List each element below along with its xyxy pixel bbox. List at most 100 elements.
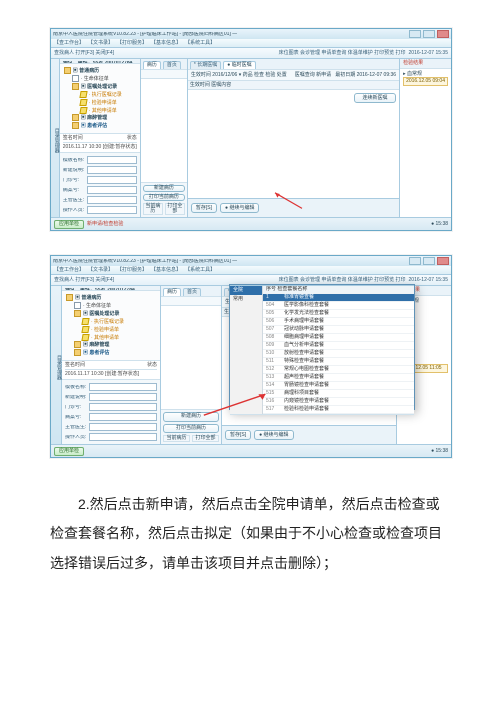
- order-tool-left[interactable]: 生效时间 2016/12/06 ▾ 药品 检查 检验 处置: [191, 73, 287, 78]
- doctor-input[interactable]: [89, 423, 157, 431]
- category-common[interactable]: 常用: [230, 295, 262, 304]
- tree-node: ▣ 医嘱处理记录: [64, 83, 136, 91]
- menu-item[interactable]: 【文书录】: [88, 268, 113, 273]
- window-title: 南京中人医院住院管理系统V10.82.23 - [护理临床工作站] - [南部医…: [53, 32, 237, 37]
- search-form: 模板名称: 新建说明: 门诊号: 病案号: 主管医生: 操作人员:: [62, 379, 160, 444]
- list-item: 506手术病理申请套餐: [263, 318, 414, 326]
- tree-node: ▣ 普通病历: [64, 67, 136, 75]
- order-tool-buttons[interactable]: 医嘱查询 新申请: [295, 73, 331, 78]
- outpatient-input[interactable]: [87, 176, 137, 184]
- close-icon[interactable]: [437, 257, 449, 265]
- confirm-button[interactable]: 拟定: [284, 414, 308, 415]
- side-strip[interactable]: 目录管理器: [51, 59, 60, 217]
- sign-list: 签名时间 状态 2016.11.17 10:30 [创建:暂存状态]: [62, 360, 160, 379]
- tab-temp[interactable]: ● 临时医嘱: [223, 61, 255, 69]
- toolbar-left[interactable]: 查找病人 打开[F3] 关闭[F4]: [54, 278, 114, 283]
- list-item: 514胃肠镜检查申请套餐: [263, 382, 414, 390]
- extra-options[interactable]: □ 日单医嘱 □ 下达时不打印: [312, 414, 372, 415]
- menu-item[interactable]: 【文书录】: [88, 41, 113, 46]
- nav-tree[interactable]: ▣ 普通病历 · 生命体征单 ▣ 医嘱处理记录 · 执行医嘱记录 · 检验申请单…: [62, 291, 160, 360]
- minimize-icon[interactable]: [409, 30, 421, 38]
- print-current-button[interactable]: 打印当前病历: [163, 424, 219, 434]
- annotation-label: 新申请/检查检验: [87, 222, 123, 227]
- maximize-icon[interactable]: [423, 30, 435, 38]
- tag-printall: 打印全部: [165, 203, 185, 215]
- list-item: 515病理科项目套餐: [263, 390, 414, 398]
- category-all[interactable]: 全院: [230, 286, 262, 295]
- tab-home[interactable]: 首页: [183, 288, 201, 296]
- col-header: 签名时间: [63, 136, 83, 141]
- print-current-button[interactable]: 打印当前病历: [143, 194, 185, 201]
- menu-item[interactable]: 【打印服务】: [117, 268, 147, 273]
- sign-row[interactable]: 2016.11.17 10:30 [创建:暂存状态]: [63, 143, 137, 150]
- field-label: 门诊号:: [63, 178, 85, 183]
- tab-home[interactable]: 首页: [163, 61, 181, 69]
- center-panel: 病历 首页 新建病历 打印当前病历 当前病历 打印全部: [141, 59, 188, 217]
- toolbar-left[interactable]: 查找病人 打开[F3] 关闭[F4]: [54, 51, 114, 56]
- results-title: 检验结果: [400, 59, 451, 69]
- window-buttons: [409, 30, 449, 38]
- main-panel: * 长期医嘱 ● 临时医嘱 生效时间 2016/12/06 ▾ 药品 检查 检验…: [188, 59, 399, 217]
- save-draft-button[interactable]: 暂存[S]: [225, 430, 251, 440]
- new-record-button[interactable]: 新建病历: [143, 185, 185, 192]
- continue-edit-button[interactable]: ● 继续与编辑: [254, 430, 293, 440]
- side-strip[interactable]: 目录管理器: [51, 286, 62, 444]
- template-name-input[interactable]: [89, 383, 157, 391]
- menu-item[interactable]: 【系统工具】: [185, 41, 215, 46]
- apply-button[interactable]: 应用单检: [54, 220, 84, 229]
- dialog-item-list[interactable]: 序号 检查套餐名称 1标准胃镜查餐 504医学影像科检查套餐 505化学发光法检…: [263, 286, 414, 414]
- center-tabs: 病历 首页: [141, 59, 187, 70]
- continue-edit-button[interactable]: ● 继续与编辑: [220, 203, 259, 213]
- template-name-input[interactable]: [87, 156, 137, 164]
- order-grid-body[interactable]: 连续新医嘱: [188, 90, 399, 198]
- outpatient-input[interactable]: [89, 403, 157, 411]
- nav-tree[interactable]: ▣ 普通病历 · 生命体征单 ▣ 医嘱处理记录 · 执行医嘱记录 · 检验申请单…: [60, 64, 140, 133]
- tab-record[interactable]: 病历: [143, 61, 161, 69]
- operator-input[interactable]: [89, 433, 157, 441]
- desc-input[interactable]: [89, 393, 157, 401]
- caseno-input[interactable]: [89, 413, 157, 421]
- caseno-input[interactable]: [87, 186, 137, 194]
- operator-input[interactable]: [87, 206, 137, 214]
- order-tool-date: 最初日期 2016-12-07 09:36: [335, 73, 396, 78]
- menu-item[interactable]: 【基本信息】: [151, 41, 181, 46]
- tab-longterm[interactable]: * 长期医嘱: [190, 61, 221, 69]
- doctor-input[interactable]: [87, 196, 137, 204]
- menu-item[interactable]: 【系统工具】: [185, 268, 215, 273]
- save-draft-button[interactable]: 暂存[S]: [191, 203, 217, 213]
- desc-input[interactable]: [87, 166, 137, 174]
- minimize-icon[interactable]: [409, 257, 421, 265]
- menu-item[interactable]: 【打印服务】: [117, 41, 147, 46]
- close-icon[interactable]: [437, 30, 449, 38]
- search-form: 模板名称: 新建说明: 门诊号: 病案号: 主管医生: 操作人员:: [60, 152, 140, 217]
- show-all-checkbox[interactable]: [233, 414, 241, 415]
- tag-current: 当前病历: [143, 203, 163, 215]
- list-item: 505化学发光法检查套餐: [263, 310, 414, 318]
- center-panel: 病历 首页 新建病历 打印当前病历 当前病历 打印全部: [161, 286, 222, 444]
- menu-item[interactable]: 【查工作台】: [54, 268, 84, 273]
- status-time: ● 15:38: [431, 449, 448, 454]
- toolbar-time: 2016-12-07 15:35: [409, 51, 448, 56]
- tree-node: · 其他申请单: [64, 107, 136, 115]
- menu-item[interactable]: 【查工作台】: [54, 41, 84, 46]
- menu-item[interactable]: 【基本信息】: [151, 268, 181, 273]
- result-chip[interactable]: 2016.12.05 09:04: [403, 77, 448, 86]
- statusbar: 应用单检 新申请/检查检验 ● 15:38: [51, 217, 451, 230]
- window-buttons: [409, 257, 449, 265]
- sign-row[interactable]: 2016.11.17 10:30 [创建:暂存状态]: [65, 370, 157, 377]
- statusbar: 应用单检 ● 15:38: [51, 444, 451, 457]
- show-all-label: 显示所有申请单: [245, 414, 280, 415]
- new-record-button[interactable]: 新建病历: [163, 412, 219, 422]
- screenshot-2: 南京中人医院住院管理系统V10.82.23 - [护理临床工作站] - [南部医…: [50, 255, 452, 458]
- toolbar-right[interactable]: 床位图表 会诊管理 申请单查询 体温单维护 打印预览 打印: [279, 278, 406, 283]
- list-item: 508细胞病理申请套餐: [263, 334, 414, 342]
- left-panel: 测试、男性，55岁 2007012784 入院时间：2016/11/17 ▣ 普…: [60, 59, 141, 217]
- maximize-icon[interactable]: [423, 257, 435, 265]
- menubar: 【查工作台】 【文书录】 【打印服务】 【基本信息】 【系统工具】: [51, 39, 451, 48]
- continue-order-button[interactable]: 连续新医嘱: [354, 93, 396, 103]
- toolbar-time: 2016-12-07 15:35: [409, 278, 448, 283]
- tab-record[interactable]: 病历: [163, 288, 181, 296]
- apply-button[interactable]: 应用单检: [54, 447, 84, 456]
- toolbar-right[interactable]: 床位图表 会诊管理 申请单查询 体温单维护 打印预览 打印: [279, 51, 406, 56]
- list-item: 511特殊检查申请套餐: [263, 358, 414, 366]
